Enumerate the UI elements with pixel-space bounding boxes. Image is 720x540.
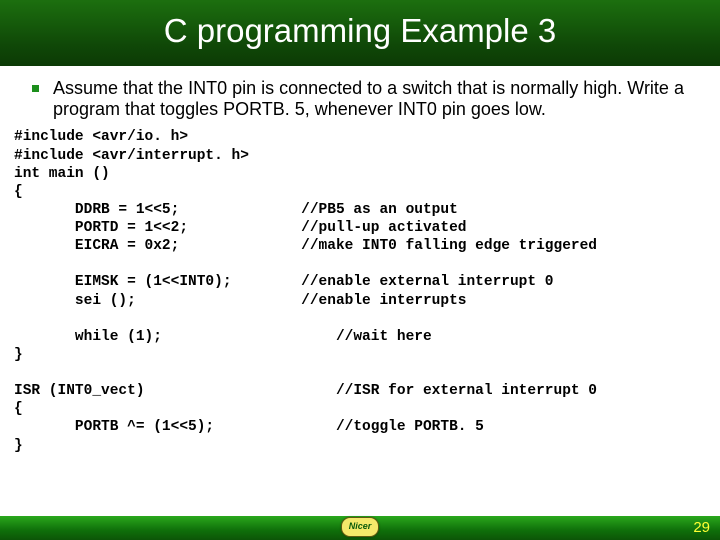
header-banner: C programming Example 3 (0, 0, 720, 66)
bullet-text: Assume that the INT0 pin is connected to… (53, 78, 702, 120)
slide-body: Assume that the INT0 pin is connected to… (0, 66, 720, 455)
footer-bar: Nicer 29 (0, 516, 720, 540)
bullet-square-icon (32, 85, 39, 92)
page-title: C programming Example 3 (0, 12, 720, 50)
bullet-row: Assume that the INT0 pin is connected to… (32, 78, 702, 120)
page-number: 29 (693, 519, 710, 536)
code-block: #include <avr/io. h> #include <avr/inter… (14, 128, 702, 454)
footer-logo: Nicer (341, 517, 379, 537)
